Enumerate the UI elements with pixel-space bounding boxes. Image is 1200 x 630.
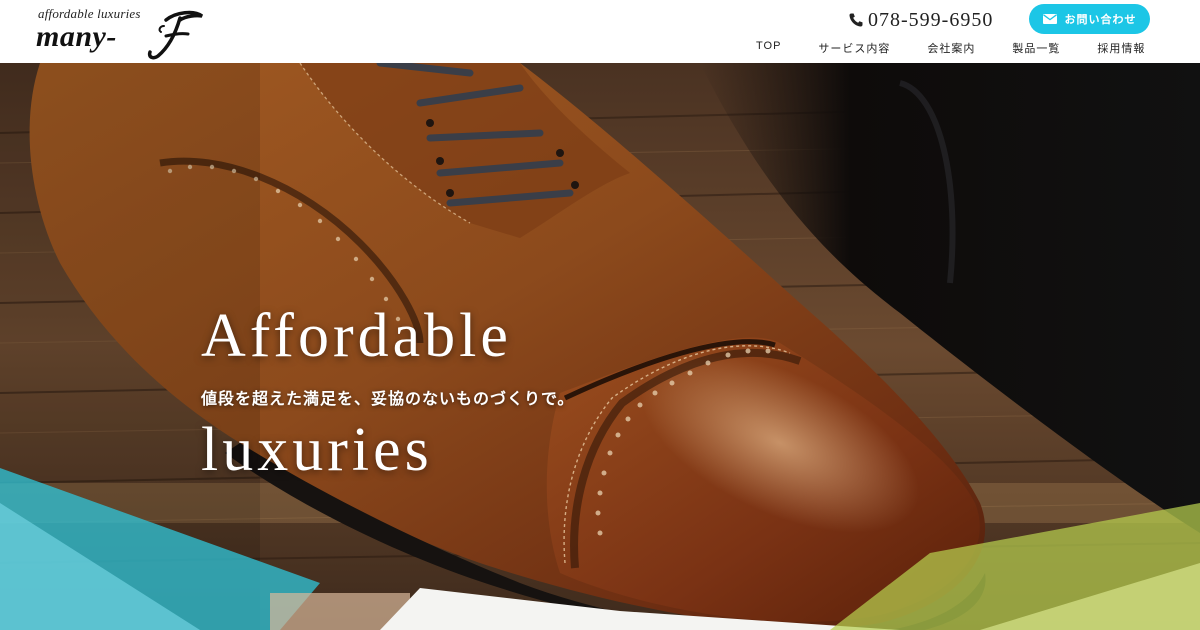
nav-item-recruit[interactable]: 採用情報 — [1097, 40, 1145, 56]
logo-wordmark: many- — [36, 20, 117, 53]
nav-item-company[interactable]: 会社案内 — [927, 40, 975, 56]
phone-icon — [849, 13, 863, 27]
header-phone[interactable]: 078-599-6950 — [848, 8, 993, 32]
nav-item-services[interactable]: サービス内容 — [818, 40, 890, 56]
hero-title-line-1: Affordable — [201, 302, 512, 370]
hero-section: Affordable 値段を超えた満足を、妥協のないものづくりで。 luxuri… — [0, 63, 1200, 630]
mail-icon — [1042, 14, 1057, 24]
phone-number: 078-599-6950 — [868, 8, 994, 31]
nav-item-products[interactable]: 製品一覧 — [1012, 40, 1060, 56]
logo-f-mark-icon — [147, 10, 204, 60]
site-logo[interactable]: affordable luxuries many- — [36, 6, 206, 60]
hero-shoe-image — [0, 63, 1200, 630]
hero-subtitle: 値段を超えた満足を、妥協のないものづくりで。 — [201, 389, 575, 408]
site-header: affordable luxuries many- 078-599-6950 お… — [0, 0, 1200, 63]
main-nav: TOP サービス内容 会社案内 製品一覧 採用情報 — [756, 40, 1145, 56]
nav-item-top[interactable]: TOP — [756, 40, 781, 56]
contact-button-label: お問い合わせ — [1064, 14, 1137, 26]
contact-button[interactable]: お問い合わせ — [1029, 4, 1150, 34]
hero-title-line-2: luxuries — [201, 416, 433, 484]
